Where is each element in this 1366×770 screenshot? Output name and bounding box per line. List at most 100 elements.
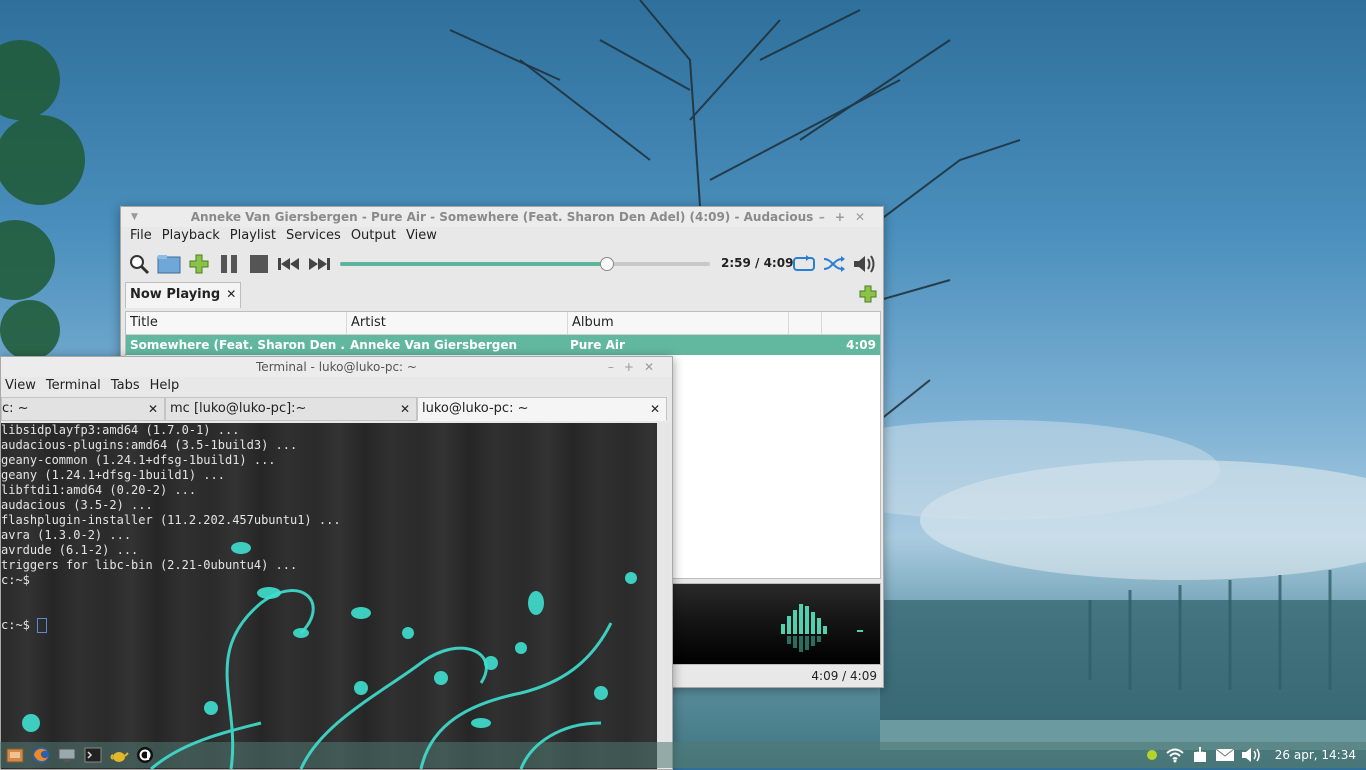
terminal-tabs: c: ~ ✕ mc [luko@luko-pc]:~ ✕ luko@luko-pc:… [1,397,672,421]
tab-label: luko@luko-pc: ~ [422,401,529,416]
minimize-icon[interactable]: – [819,210,835,224]
stop-icon [250,255,268,273]
search-icon [130,255,150,275]
close-tab-icon[interactable]: ✕ [650,398,660,420]
close-icon[interactable]: ✕ [855,210,875,224]
open-button[interactable] [156,251,182,277]
menu-view[interactable]: View [5,377,41,395]
maximize-icon[interactable]: + [835,210,855,224]
tab-now-playing[interactable]: Now Playing ✕ [125,282,242,308]
column-extra[interactable] [789,312,822,334]
plus-icon [859,285,877,303]
tab-terminal-1[interactable]: c: ~ ✕ [1,397,165,421]
terminal-menubar: View Terminal Tabs Help [1,377,672,395]
folder-icon [157,255,181,274]
terminal-titlebar[interactable]: Terminal - luko@luko-pc: ~ –+✕ [1,357,672,377]
previous-icon [278,258,299,270]
terminal-line: libsidplayfp3:amd64 (1.7.0-1) ... [1,423,240,437]
seek-fill [340,262,607,266]
close-tab-icon[interactable]: ✕ [226,287,236,301]
tab-terminal-3[interactable]: luko@luko-pc: ~ ✕ [417,397,667,421]
wifi-icon[interactable] [1165,747,1185,763]
close-icon[interactable]: ✕ [644,360,664,374]
pause-icon [221,255,237,273]
shuffle-button[interactable] [821,251,847,277]
terminal-line: audacious (3.5-2) ... [1,498,153,512]
menu-services[interactable]: Services [281,227,346,247]
audacious-toolbar: 2:59 / 4:09 [121,247,883,281]
terminal-scrollbar[interactable] [657,423,671,769]
terminal-line: audacious-plugins:amd64 (3.5-1build3) ..… [1,438,298,452]
terminal-line: geany-common (1.24.1+dfsg-1build1) ... [1,453,276,467]
volume-icon[interactable] [1241,747,1261,763]
previous-button[interactable] [276,251,302,277]
menu-output[interactable]: Output [346,227,401,247]
volume-icon [854,255,875,273]
column-title[interactable]: Title [126,312,347,334]
terminal-title: Terminal - luko@luko-pc: ~ [256,360,417,374]
mail-icon[interactable] [1215,748,1235,762]
terminal-line: avrdude (6.1-2) ... [1,543,139,557]
clock[interactable]: 26 apr, 14:34 [1275,748,1356,762]
next-button[interactable] [306,251,332,277]
search-button[interactable] [126,251,152,277]
new-playlist-button[interactable] [859,285,877,307]
pause-button[interactable] [216,251,242,277]
menu-playback[interactable]: Playback [157,227,225,247]
terminal-line: c:~$ [1,573,30,587]
maximize-icon[interactable]: + [624,360,644,374]
prompt-text: c:~$ [1,618,38,632]
playlist-tabs: Now Playing ✕ [121,281,883,309]
volume-button[interactable] [851,251,877,277]
time-display: 2:59 / 4:09 [721,256,794,270]
column-artist[interactable]: Artist [347,312,568,334]
audacious-titlebar[interactable]: ▼ Anneke Van Giersbergen - Pure Air - So… [121,207,883,227]
seek-handle[interactable] [600,257,615,271]
add-button[interactable] [186,251,212,277]
terminal-line: triggers for libc-bin (2.21-0ubuntu4) ..… [1,558,298,572]
menu-terminal[interactable]: Terminal [41,377,106,395]
status-time: 4:09 / 4:09 [811,669,877,683]
window-menu-icon[interactable]: ▼ [131,207,138,227]
row-artist: Anneke Van Giersbergen [350,338,518,352]
audacious-menubar: File Playback Playlist Services Output V… [121,227,883,247]
column-album[interactable]: Album [568,312,789,334]
seek-slider[interactable] [340,257,710,271]
row-title: Somewhere (Feat. Sharon Den ... [130,338,346,352]
tab-label: c: ~ [2,401,29,416]
menu-help[interactable]: Help [145,377,185,395]
repeat-button[interactable] [791,251,817,277]
tab-label: mc [luko@luko-pc]:~ [170,401,307,416]
next-icon [309,258,330,270]
row-length: 4:09 [846,338,876,352]
terminal-prompt: c:~$ [1,618,657,633]
minimize-icon[interactable]: – [608,360,624,374]
tab-now-playing-label: Now Playing [130,287,221,302]
menu-view[interactable]: View [401,227,442,247]
playlist-header: Title Artist Album [126,312,880,335]
menu-file[interactable]: File [125,227,157,247]
shuffle-icon [823,256,845,272]
terminal-output[interactable]: libsidplayfp3:amd64 (1.7.0-1) ... audaci… [1,423,657,769]
text-cursor [37,618,48,633]
terminal-line: libftdi1:amd64 (0.20-2) ... [1,483,197,497]
terminal-line: avra (1.3.0-2) ... [1,528,132,542]
tab-terminal-2[interactable]: mc [luko@luko-pc]:~ ✕ [165,397,417,421]
menu-tabs[interactable]: Tabs [106,377,145,395]
stop-button[interactable] [246,251,272,277]
row-album: Pure Air [570,338,625,352]
menu-playlist[interactable]: Playlist [225,227,281,247]
terminal-line: flashplugin-installer (11.2.202.457ubunt… [1,513,341,527]
plus-icon [189,254,209,274]
close-tab-icon[interactable]: ✕ [148,398,158,420]
column-length[interactable] [822,312,880,334]
terminal-line: geany (1.24.1+dfsg-1build1) ... [1,468,225,482]
status-dot-icon[interactable] [1145,748,1159,762]
close-tab-icon[interactable]: ✕ [400,398,410,420]
terminal-window: Terminal - luko@luko-pc: ~ –+✕ View Term… [0,356,673,770]
update-icon[interactable] [1191,746,1209,764]
table-row[interactable]: Somewhere (Feat. Sharon Den ... Anneke V… [126,335,880,355]
system-tray: 26 apr, 14:34 [1145,742,1366,768]
